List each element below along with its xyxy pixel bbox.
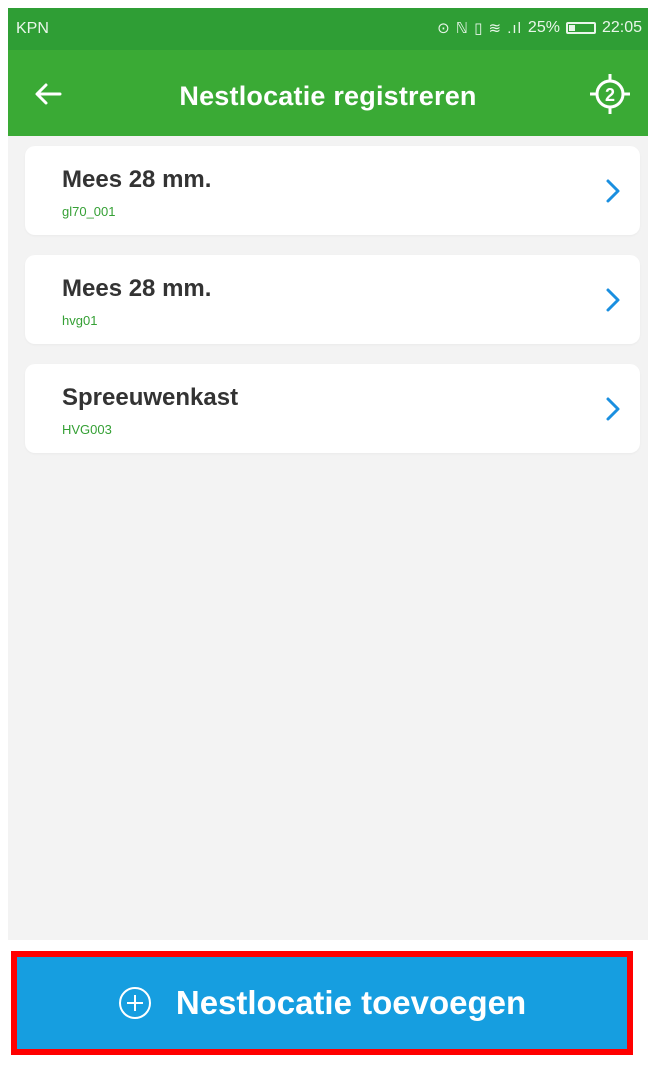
phone-screen: KPN ⊙ ℕ ▯ ≋ .ıl 25% 22:05 Nestlocatie re…: [8, 8, 648, 1067]
status-bar: KPN ⊙ ℕ ▯ ≋ .ıl 25% 22:05: [8, 8, 648, 50]
list-item[interactable]: Mees 28 mm. hvg01: [25, 255, 640, 344]
list-item[interactable]: Spreeuwenkast HVG003: [25, 364, 640, 453]
clock: 22:05: [601, 19, 642, 36]
location-code: HVG003: [62, 422, 112, 437]
gps-location-button[interactable]: 2: [588, 72, 632, 116]
chevron-right-icon: [606, 179, 620, 203]
battery-icon: [565, 22, 596, 34]
status-icons-group: ⊙ ℕ ▯ ≋ .ıl 25% 22:05: [437, 19, 642, 37]
carrier-label: KPN: [16, 20, 49, 37]
status-icons: ⊙ ℕ ▯ ≋ .ıl: [437, 20, 522, 37]
add-nest-location-button[interactable]: Nestlocatie toevoegen: [17, 957, 627, 1049]
chevron-right-icon: [606, 288, 620, 312]
plus-circle-icon: [118, 987, 151, 1019]
list-item[interactable]: Mees 28 mm. gl70_001: [25, 146, 640, 235]
location-name: Spreeuwenkast: [62, 384, 239, 411]
gps-badge: 2: [605, 85, 615, 105]
nest-location-list: Mees 28 mm. gl70_001 Mees 28 mm. hvg01 S…: [25, 146, 640, 473]
chevron-right-icon: [606, 397, 620, 421]
location-code: gl70_001: [62, 204, 116, 219]
page-title: Nestlocatie registreren: [179, 81, 477, 111]
location-name: Mees 28 mm.: [62, 275, 212, 302]
location-name: Mees 28 mm.: [62, 166, 212, 193]
location-code: hvg01: [62, 313, 98, 328]
app-bar: Nestlocatie registreren 2: [8, 50, 648, 136]
crosshair-icon: 2: [590, 74, 630, 114]
battery-percent: 25%: [527, 19, 560, 36]
add-button-label: Nestlocatie toevoegen: [175, 984, 527, 1021]
